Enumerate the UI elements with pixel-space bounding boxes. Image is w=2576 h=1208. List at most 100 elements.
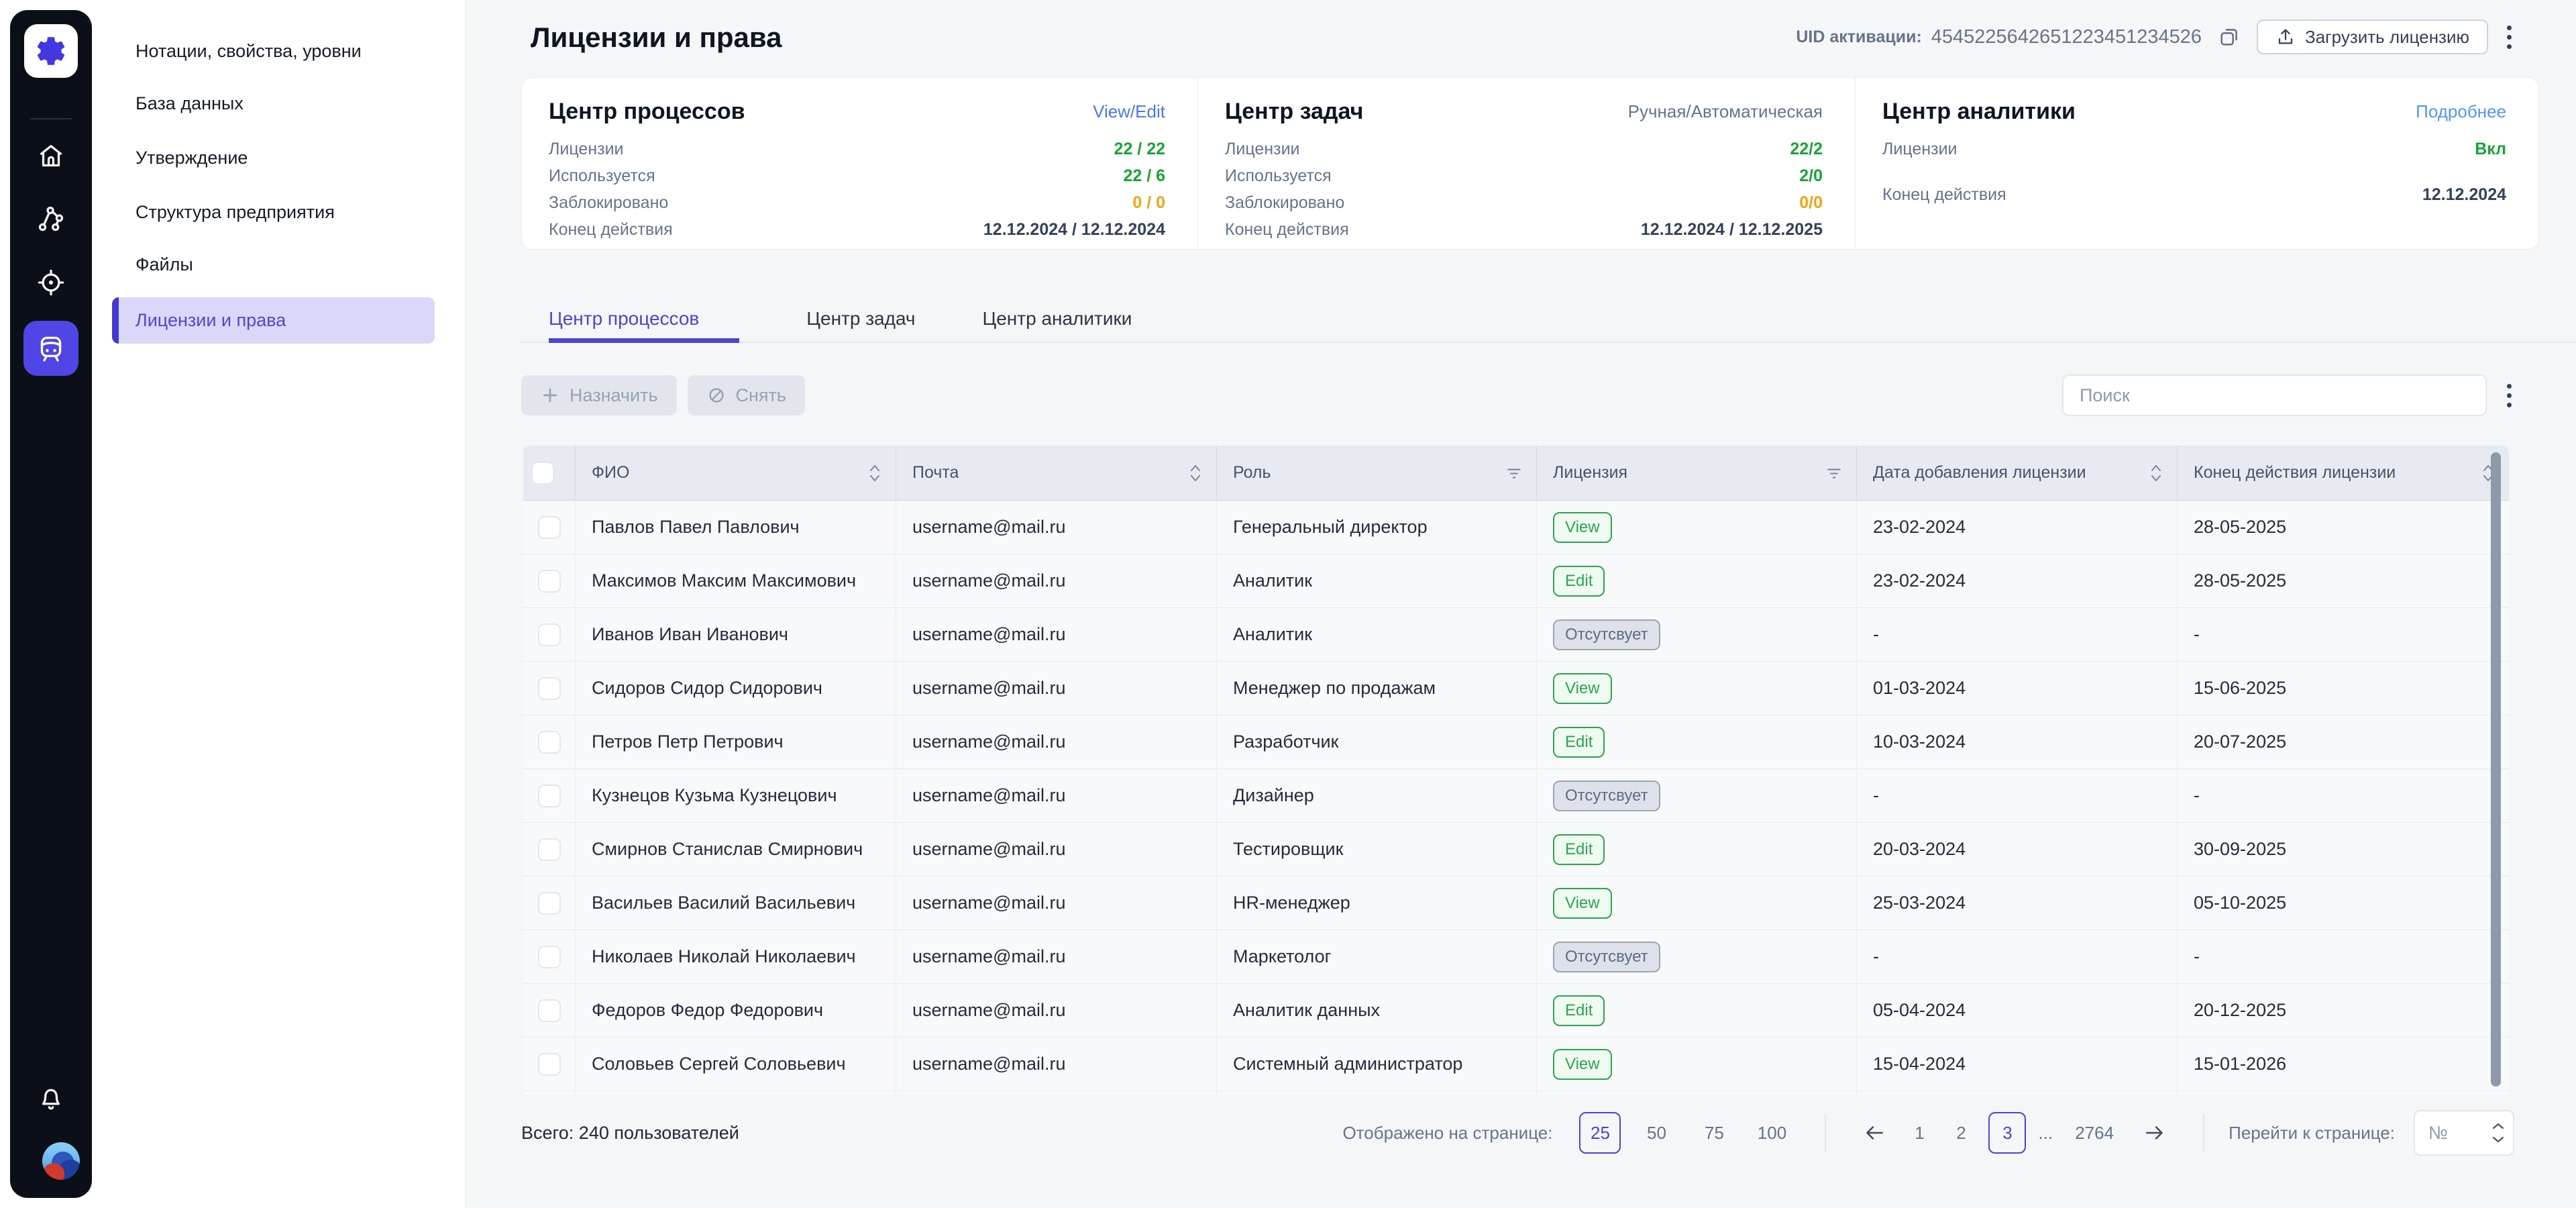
sort-icon[interactable] bbox=[867, 463, 882, 483]
column-header-role: Роль bbox=[1233, 463, 1271, 483]
next-page-button[interactable] bbox=[2143, 1121, 2167, 1145]
row-checkbox[interactable] bbox=[538, 623, 561, 646]
row-checkbox[interactable] bbox=[538, 999, 561, 1022]
license-badge: Отсутсвует bbox=[1553, 781, 1660, 811]
license-badge: View bbox=[1553, 673, 1612, 704]
details-link[interactable]: Подробнее bbox=[2416, 101, 2506, 122]
select-all-checkbox[interactable] bbox=[531, 462, 554, 485]
row-label: Используется bbox=[549, 166, 655, 186]
page-size-100[interactable]: 100 bbox=[1755, 1123, 1788, 1144]
sidebar-item-database[interactable]: База данных bbox=[136, 85, 244, 122]
cell-end: 30-09-2025 bbox=[2178, 823, 2509, 876]
cell-added: 23-02-2024 bbox=[1857, 501, 2178, 554]
row-checkbox[interactable] bbox=[538, 677, 561, 700]
sort-icon[interactable] bbox=[1188, 463, 1203, 483]
unassign-button[interactable]: Снять bbox=[688, 375, 805, 415]
goto-page-label: Перейти к странице: bbox=[2229, 1123, 2395, 1144]
cell-role: HR-менеджер bbox=[1217, 876, 1537, 930]
manual-auto-label: Ручная/Автоматическая bbox=[1628, 101, 1823, 122]
filter-icon[interactable] bbox=[1825, 464, 1843, 482]
home-icon[interactable] bbox=[36, 140, 66, 171]
page-1[interactable]: 1 bbox=[1908, 1123, 1931, 1144]
row-checkbox[interactable] bbox=[538, 892, 561, 915]
cell-added: 15-04-2024 bbox=[1857, 1038, 2178, 1091]
chevron-up-icon bbox=[2491, 1122, 2505, 1130]
search-input[interactable] bbox=[2062, 374, 2487, 416]
assign-button-label: Назначить bbox=[570, 385, 658, 406]
row-checkbox[interactable] bbox=[538, 838, 561, 861]
page-size-25-selected[interactable]: 25 bbox=[1579, 1112, 1621, 1154]
page-size-50[interactable]: 50 bbox=[1640, 1123, 1673, 1144]
cell-fio: Васильев Василий Васильевич bbox=[576, 876, 896, 930]
upload-license-button[interactable]: Загрузить лицензию bbox=[2257, 19, 2488, 54]
target-icon[interactable] bbox=[36, 267, 66, 298]
card-analytics-center: Центр аналитики Подробнее ЛицензииВкл Ко… bbox=[1855, 78, 2538, 249]
sidebar-item-files[interactable]: Файлы bbox=[136, 246, 193, 283]
cell-fio: Смирнов Станислав Смирнович bbox=[576, 823, 896, 876]
page-size-75[interactable]: 75 bbox=[1697, 1123, 1731, 1144]
tab-label: Центр задач bbox=[806, 308, 915, 330]
cell-fio: Иванов Иван Иванович bbox=[576, 608, 896, 662]
table-row: Смирнов Станислав Смирнович username@mai… bbox=[523, 823, 2509, 876]
license-badge: View bbox=[1553, 888, 1612, 919]
table-row: Кузнецов Кузьма Кузнецович username@mail… bbox=[523, 769, 2509, 823]
cell-email: username@mail.ru bbox=[896, 984, 1217, 1038]
license-badge: Отсутсвует bbox=[1553, 942, 1660, 972]
licenses-rail-item[interactable] bbox=[23, 321, 78, 376]
sort-icon[interactable] bbox=[2149, 463, 2163, 483]
card-process-center: Центр процессов View/Edit Лицензии22 / 2… bbox=[522, 78, 1197, 249]
page-2[interactable]: 2 bbox=[1949, 1123, 1972, 1144]
row-checkbox[interactable] bbox=[538, 516, 561, 539]
upload-icon bbox=[2275, 27, 2296, 47]
bell-icon[interactable] bbox=[36, 1084, 66, 1115]
page-3-current[interactable]: 3 bbox=[1988, 1112, 2026, 1154]
row-checkbox[interactable] bbox=[538, 570, 561, 593]
table-kebab-menu[interactable] bbox=[2504, 381, 2514, 410]
page-ellipsis: ... bbox=[2038, 1123, 2053, 1144]
row-checkbox[interactable] bbox=[538, 731, 561, 754]
table-row: Петров Петр Петрович username@mail.ru Ра… bbox=[523, 715, 2509, 769]
view-edit-link[interactable]: View/Edit bbox=[1093, 101, 1165, 122]
tab-process-center[interactable]: Центр процессов bbox=[549, 295, 739, 342]
assign-button[interactable]: Назначить bbox=[521, 375, 677, 415]
cell-fio: Петров Петр Петрович bbox=[576, 715, 896, 769]
stepper-icons[interactable] bbox=[2491, 1111, 2505, 1154]
table-scrollbar[interactable] bbox=[2491, 452, 2501, 1087]
cell-added: - bbox=[1857, 930, 2178, 984]
page-last[interactable]: 2764 bbox=[2068, 1123, 2121, 1144]
user-avatar[interactable] bbox=[42, 1142, 80, 1180]
tabs-bar: Центр процессов Центр задач Центр аналит… bbox=[521, 295, 2576, 343]
row-checkbox[interactable] bbox=[538, 785, 561, 807]
uid-value: 4545225642651223451234526 bbox=[1931, 26, 2202, 48]
filter-icon[interactable] bbox=[1505, 464, 1523, 482]
header-kebab-menu[interactable] bbox=[2504, 23, 2514, 52]
sidebar-item-licenses-selected[interactable]: Лицензии и права bbox=[112, 297, 435, 344]
sidebar-item-approval[interactable]: Утверждение bbox=[136, 139, 248, 177]
arrow-right-icon bbox=[2143, 1121, 2167, 1145]
row-checkbox[interactable] bbox=[538, 946, 561, 968]
row-label: Заблокировано bbox=[549, 193, 668, 213]
column-header-email: Почта bbox=[912, 463, 959, 483]
tab-task-center[interactable]: Центр задач bbox=[806, 295, 915, 342]
row-checkbox[interactable] bbox=[538, 1053, 561, 1076]
cell-fio: Кузнецов Кузьма Кузнецович bbox=[576, 769, 896, 823]
sidebar-item-structure[interactable]: Структура предприятия bbox=[136, 193, 335, 231]
sidebar-item-label: Файлы bbox=[136, 254, 193, 275]
cell-email: username@mail.ru bbox=[896, 930, 1217, 984]
cell-email: username@mail.ru bbox=[896, 662, 1217, 715]
copy-uid-button[interactable] bbox=[2218, 26, 2241, 48]
pagination-cluster: Отображено на странице: 25 50 75 100 1 2… bbox=[1342, 1110, 2514, 1156]
tab-analytics-center[interactable]: Центр аналитики bbox=[983, 295, 1132, 342]
licenses-page: Нотации, свойства, уровни База данных Ут… bbox=[0, 0, 2576, 1208]
prev-page-button[interactable] bbox=[1862, 1121, 1886, 1145]
row-value: 12.12.2024 bbox=[2422, 185, 2506, 205]
cell-role: Менеджер по продажам bbox=[1217, 662, 1537, 715]
sidebar-item-notations[interactable]: Нотации, свойства, уровни bbox=[136, 32, 362, 70]
process-flow-icon[interactable] bbox=[36, 203, 66, 234]
cell-role: Аналитик bbox=[1217, 608, 1537, 662]
app-logo[interactable] bbox=[24, 24, 78, 78]
users-table: ФИО Почта Роль Лицензия Дата добавления … bbox=[523, 446, 2509, 1095]
cell-role: Аналитик данных bbox=[1217, 984, 1537, 1038]
cell-role: Генеральный директор bbox=[1217, 501, 1537, 554]
cell-end: - bbox=[2178, 608, 2509, 662]
